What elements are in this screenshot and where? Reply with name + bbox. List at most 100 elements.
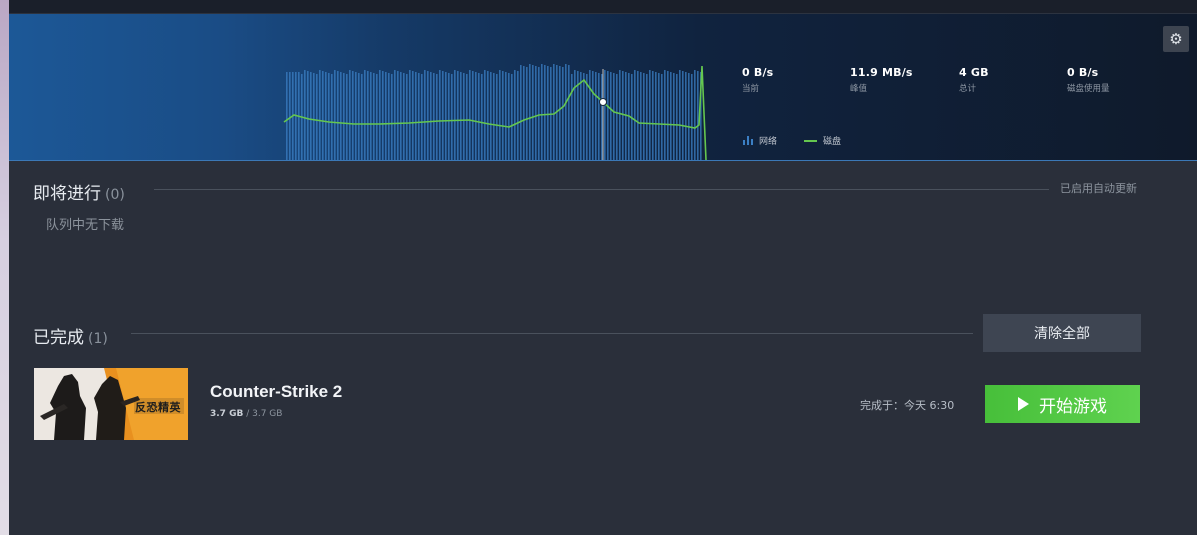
stat-peak-label: 峰值 [850, 84, 868, 94]
network-bars-icon [743, 136, 753, 145]
network-bar [517, 71, 519, 160]
network-bar [286, 72, 288, 160]
network-bar [688, 73, 690, 160]
network-bar [430, 72, 432, 160]
play-label: 开始游戏 [1039, 396, 1107, 417]
clear-all-button[interactable]: 清除全部 [983, 314, 1141, 352]
download-graph-panel: 0 B/s 当前 11.9 MB/s 峰值 4 GB 总计 0 B/s 磁盘使用… [9, 14, 1197, 161]
network-bar [694, 70, 696, 160]
network-bar [316, 74, 318, 160]
stat-total-value: 4 GB [959, 66, 989, 79]
network-bar [448, 73, 450, 160]
network-bar [595, 72, 597, 160]
play-icon [1018, 397, 1029, 411]
network-bar [307, 71, 309, 160]
network-bar [391, 74, 393, 160]
stat-total: 4 GB 总计 [959, 66, 989, 94]
network-bar [313, 73, 315, 160]
stat-current-label: 当前 [742, 84, 760, 94]
network-bar [643, 73, 645, 160]
network-bar [310, 72, 312, 160]
network-bar [367, 71, 369, 160]
network-bar [337, 71, 339, 160]
network-bar [475, 72, 477, 160]
network-bar [427, 71, 429, 160]
network-bar [508, 73, 510, 160]
network-bar [610, 72, 612, 160]
network-bar [514, 70, 516, 160]
network-bar [394, 70, 396, 160]
stat-disk-usage-label: 磁盘使用量 [1067, 84, 1110, 94]
network-bar [544, 65, 546, 160]
network-bar [385, 72, 387, 160]
network-bar [454, 70, 456, 160]
network-bar [661, 74, 663, 160]
downloaded-size: 3.7 GB [210, 409, 244, 419]
network-bar [436, 74, 438, 160]
network-bar [526, 67, 528, 160]
network-bar [673, 73, 675, 160]
network-bar [421, 74, 423, 160]
network-bar [364, 70, 366, 160]
network-bar [679, 70, 681, 160]
network-bar [322, 71, 324, 160]
network-bar [619, 70, 621, 160]
network-bar [343, 73, 345, 160]
network-bar [349, 70, 351, 160]
network-bar [484, 70, 486, 160]
cover-title-text: 反恐精英 [135, 401, 181, 414]
network-bar [400, 72, 402, 160]
network-bar [424, 70, 426, 160]
network-bar [649, 70, 651, 160]
stat-disk-usage: 0 B/s 磁盘使用量 [1067, 66, 1110, 94]
network-bar [457, 71, 459, 160]
network-bar [562, 67, 564, 160]
network-bar [676, 74, 678, 160]
network-bar [565, 64, 567, 160]
completed-count: (1) [88, 331, 108, 347]
network-bar [478, 73, 480, 160]
network-bar [418, 73, 420, 160]
game-thumbnail[interactable]: 反恐精英 [34, 368, 188, 440]
network-bar [607, 71, 609, 160]
network-bar [682, 71, 684, 160]
graph-cursor-marker [599, 98, 607, 106]
network-bar [505, 72, 507, 160]
network-bar [439, 70, 441, 160]
network-bar [460, 72, 462, 160]
completed-time: 完成于：今天 6:30 [860, 399, 955, 412]
network-bar [472, 71, 474, 160]
network-bar [289, 72, 291, 160]
network-bar [406, 74, 408, 160]
stat-total-label: 总计 [959, 84, 977, 94]
network-bar [397, 71, 399, 160]
network-bar [361, 74, 363, 160]
window-edge [0, 0, 9, 535]
network-bar [466, 74, 468, 160]
network-bar [325, 72, 327, 160]
stat-disk-usage-value: 0 B/s [1067, 66, 1099, 79]
network-bar [496, 74, 498, 160]
network-bar [568, 65, 570, 160]
completed-title: 已完成 [33, 328, 84, 348]
network-bar [523, 66, 525, 160]
settings-button[interactable]: ⚙ [1163, 26, 1189, 52]
network-bar [532, 65, 534, 160]
game-title[interactable]: Counter-Strike 2 [210, 382, 342, 402]
game-size: 3.7 GB / 3.7 GB [210, 409, 282, 419]
network-bar [499, 70, 501, 160]
network-bar [613, 73, 615, 160]
network-bar [553, 64, 555, 160]
network-bar [604, 70, 606, 160]
play-button[interactable]: 开始游戏 [985, 385, 1140, 423]
section-divider [154, 189, 1049, 190]
network-bar [664, 70, 666, 160]
network-bar [646, 74, 648, 160]
network-bar [481, 74, 483, 160]
network-bar [373, 73, 375, 160]
network-bar [442, 71, 444, 160]
network-bar [685, 72, 687, 160]
network-bar [697, 71, 699, 160]
network-bar [520, 65, 522, 160]
network-bar [637, 71, 639, 160]
